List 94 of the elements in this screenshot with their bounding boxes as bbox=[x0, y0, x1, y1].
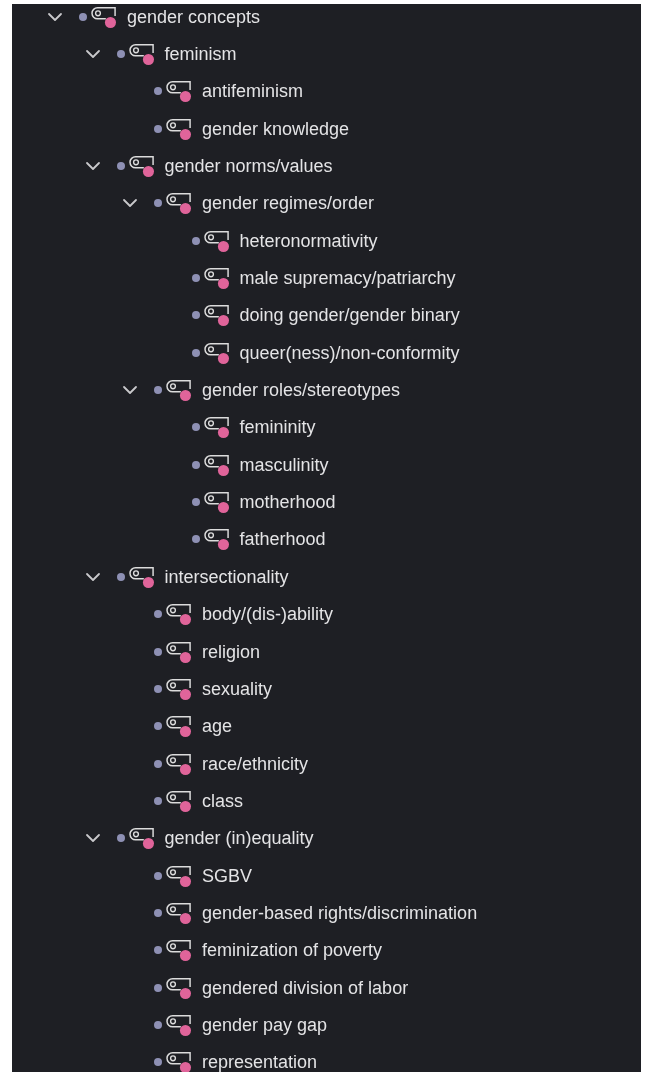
status-dot-icon bbox=[154, 386, 162, 395]
tag-icon bbox=[127, 826, 156, 851]
tree-item-label[interactable]: class bbox=[202, 790, 243, 811]
tree-item-label[interactable]: masculinity bbox=[239, 454, 329, 475]
tree-item-label[interactable]: antifeminism bbox=[202, 81, 304, 102]
tag-icon bbox=[165, 602, 193, 627]
status-dot-icon bbox=[154, 946, 162, 955]
status-dot-icon bbox=[116, 834, 125, 843]
tag-icon bbox=[202, 228, 231, 253]
status-dot-icon bbox=[154, 908, 162, 917]
tree-item-label[interactable]: male supremacy/patriarchy bbox=[239, 268, 456, 289]
tag-icon bbox=[202, 266, 231, 291]
status-dot-icon bbox=[154, 722, 162, 731]
tree-item-label[interactable]: body/(dis-)ability bbox=[202, 604, 334, 625]
status-dot-icon bbox=[154, 796, 162, 805]
status-dot-icon bbox=[116, 162, 125, 171]
status-dot-icon bbox=[79, 12, 87, 21]
tag-icon bbox=[127, 154, 156, 179]
status-dot-icon bbox=[191, 274, 200, 283]
tree-item-label[interactable]: gender (in)equality bbox=[164, 828, 314, 849]
tag-icon bbox=[202, 340, 231, 365]
tree-item-label[interactable]: representation bbox=[202, 1052, 318, 1072]
chevron-icon[interactable] bbox=[47, 11, 63, 22]
tag-icon bbox=[165, 714, 193, 739]
tree-item-label[interactable]: fatherhood bbox=[239, 529, 326, 550]
status-dot-icon bbox=[154, 647, 162, 656]
tag-icon bbox=[202, 527, 231, 552]
chevron-icon[interactable] bbox=[84, 571, 101, 582]
status-dot-icon bbox=[154, 684, 162, 693]
tree-item-label[interactable]: intersectionality bbox=[164, 566, 289, 587]
status-dot-icon bbox=[191, 460, 200, 469]
tree-item-label[interactable]: religion bbox=[202, 641, 261, 662]
chevron-icon[interactable] bbox=[122, 385, 138, 396]
tag-icon bbox=[165, 116, 193, 141]
tree-item-label[interactable]: femininity bbox=[239, 417, 316, 438]
tree-item-label[interactable]: gender regimes/order bbox=[202, 193, 375, 214]
tree-item-label[interactable]: SGBV bbox=[202, 865, 253, 886]
status-dot-icon bbox=[154, 871, 162, 880]
tree-item-label[interactable]: sexuality bbox=[202, 678, 273, 699]
tag-icon bbox=[165, 975, 193, 1000]
tag-icon bbox=[165, 79, 193, 104]
tag-icon bbox=[127, 42, 156, 66]
tag-icon bbox=[202, 415, 231, 440]
chevron-icon[interactable] bbox=[84, 161, 101, 172]
tag-icon bbox=[202, 490, 231, 515]
tag-icon bbox=[165, 676, 193, 701]
tag-icon bbox=[202, 303, 231, 328]
tree-item-label[interactable]: race/ethnicity bbox=[202, 753, 309, 774]
status-dot-icon bbox=[191, 236, 200, 245]
status-dot-icon bbox=[191, 498, 200, 507]
tag-icon bbox=[165, 1050, 193, 1072]
tag-icon bbox=[165, 900, 193, 925]
status-dot-icon bbox=[154, 87, 162, 96]
tree-item-label[interactable]: feminism bbox=[164, 44, 237, 64]
tag-icon bbox=[202, 452, 231, 477]
tree-item-label[interactable]: gender concepts bbox=[127, 6, 261, 27]
tree-item-label[interactable]: motherhood bbox=[239, 492, 336, 513]
tree-item-label[interactable]: doing gender/gender binary bbox=[239, 305, 460, 326]
status-dot-icon bbox=[191, 535, 200, 544]
status-dot-icon bbox=[154, 1058, 162, 1067]
tree-item-label[interactable]: queer(ness)/non-conformity bbox=[239, 342, 460, 363]
tree-item-label[interactable]: age bbox=[202, 716, 233, 737]
tag-icon bbox=[165, 938, 193, 963]
tree-item-label[interactable]: gender-based rights/discrimination bbox=[202, 902, 478, 923]
tag-icon bbox=[165, 639, 193, 664]
tag-icon bbox=[165, 863, 193, 888]
status-dot-icon bbox=[191, 348, 200, 357]
tree-item-label[interactable]: gender pay gap bbox=[202, 1014, 328, 1035]
status-dot-icon bbox=[191, 423, 200, 432]
status-dot-icon bbox=[154, 610, 162, 619]
status-dot-icon bbox=[154, 199, 162, 208]
tree-item-label[interactable]: feminization of poverty bbox=[202, 940, 383, 961]
tag-icon bbox=[127, 564, 156, 589]
status-dot-icon bbox=[154, 983, 162, 992]
tree-item-label[interactable]: gender roles/stereotypes bbox=[202, 380, 401, 401]
status-dot-icon bbox=[154, 759, 162, 768]
tag-icon bbox=[165, 788, 193, 813]
tree-item-label[interactable]: gender knowledge bbox=[202, 118, 350, 139]
status-dot-icon bbox=[116, 572, 125, 581]
tag-icon bbox=[165, 191, 193, 216]
tag-icon bbox=[165, 1012, 193, 1037]
tag-icon bbox=[90, 4, 118, 29]
chevron-icon[interactable] bbox=[84, 49, 101, 59]
tag-icon bbox=[165, 378, 193, 403]
chevron-icon[interactable] bbox=[122, 198, 138, 209]
tree-item-label[interactable]: gender norms/values bbox=[164, 156, 333, 177]
status-dot-icon bbox=[154, 124, 162, 133]
status-dot-icon bbox=[116, 50, 125, 58]
chevron-icon[interactable] bbox=[84, 833, 101, 844]
status-dot-icon bbox=[191, 311, 200, 320]
status-dot-icon bbox=[154, 1020, 162, 1029]
tree-item-label[interactable]: heteronormativity bbox=[239, 230, 378, 251]
tag-icon bbox=[165, 751, 193, 776]
tree-item-label[interactable]: gendered division of labor bbox=[202, 977, 409, 998]
